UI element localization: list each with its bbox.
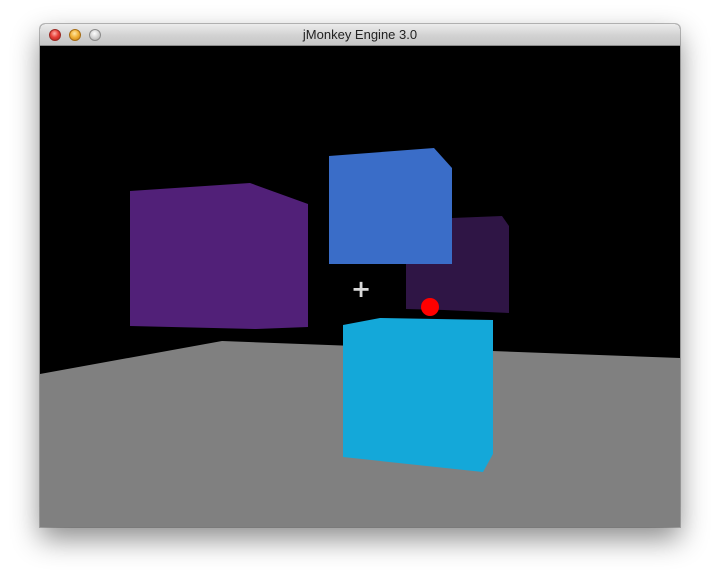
crosshair: + bbox=[351, 275, 371, 303]
render-viewport[interactable]: + bbox=[40, 46, 680, 527]
cube-purple[interactable] bbox=[130, 183, 308, 329]
target-marker bbox=[421, 298, 439, 316]
window-title: jMonkey Engine 3.0 bbox=[302, 27, 418, 42]
app-window: jMonkey Engine 3.0 + bbox=[40, 24, 680, 527]
title-bar[interactable]: jMonkey Engine 3.0 bbox=[40, 24, 680, 46]
cube-blue[interactable] bbox=[329, 148, 452, 264]
cube-cyan[interactable] bbox=[343, 318, 493, 472]
